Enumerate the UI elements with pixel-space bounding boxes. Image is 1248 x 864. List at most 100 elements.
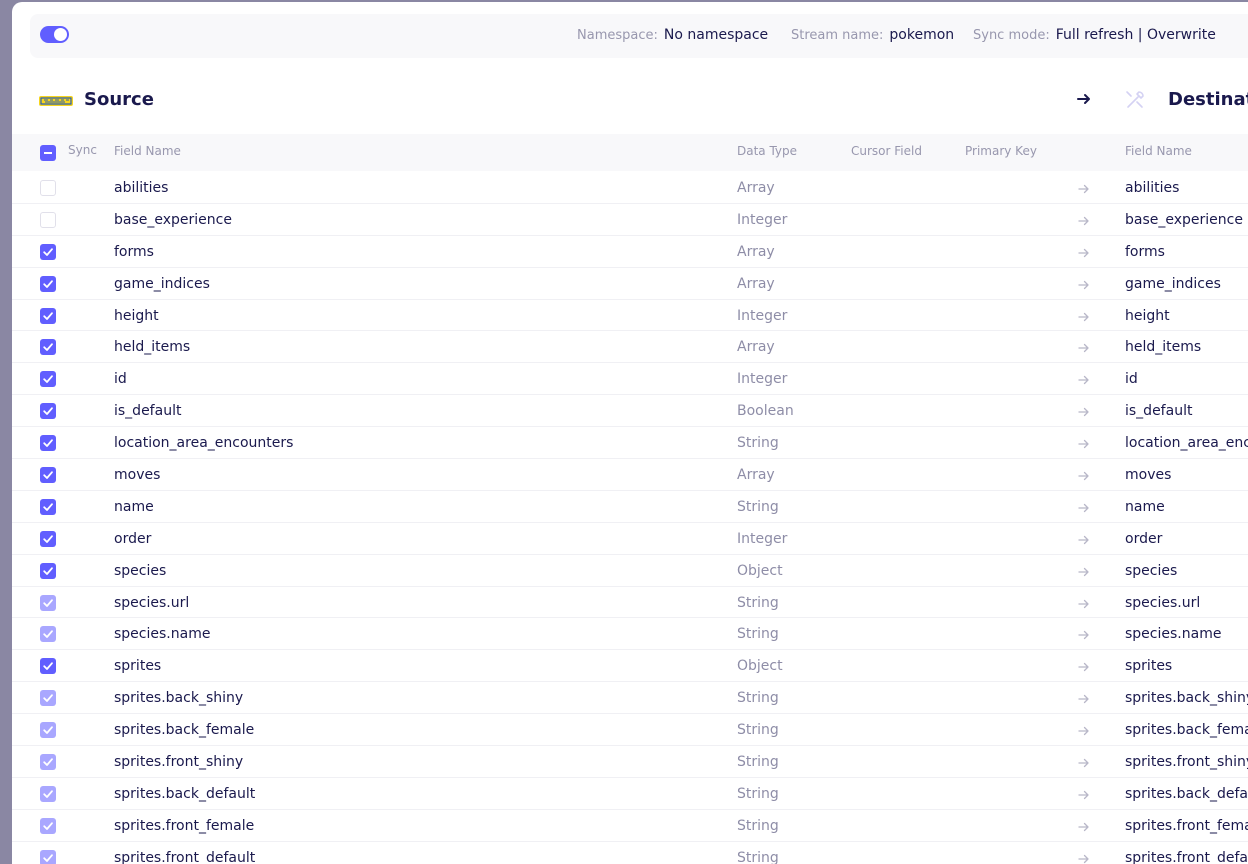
sync-checkbox[interactable] [40,817,56,834]
sync-checkbox[interactable] [40,849,56,864]
mapping-arrow [1078,244,1090,263]
namespace-info: Namespace: No namespace [577,27,768,43]
sync-mode-info: Sync mode: Full refresh | Overwrite [973,27,1216,43]
field-name: name [114,498,154,515]
field-name: sprites.back_default [114,785,256,802]
col-field-name[interactable]: Field Name [114,144,181,158]
check-icon [43,439,53,448]
field-name: species [114,562,167,579]
field-name: sprites [114,658,162,675]
sync-checkbox[interactable] [40,562,56,579]
destination-field-name: moves [1125,467,1172,484]
pokeapi-logo-icon [39,96,73,106]
sync-checkbox[interactable] [40,371,56,388]
col-cursor-field: Cursor Field [851,144,922,158]
arrow-right-icon [1078,726,1089,736]
arrow-right-icon [1078,567,1089,576]
select-all-checkbox[interactable] [40,145,56,161]
check-icon [43,535,53,543]
destination-field-name: sprites.front_default [1125,849,1248,864]
sync-checkbox[interactable] [40,339,56,356]
mapping-arrow [1078,754,1090,773]
table-header: Sync Field Name Data Type Cursor Field P… [12,134,1248,171]
mapping-arrow [1078,690,1090,709]
mapping-arrow [1078,595,1090,614]
stream-name-label: Stream name: [791,28,884,43]
sync-checkbox[interactable] [40,785,56,802]
field-data-type: String [737,849,779,864]
check-icon [43,726,53,735]
mapping-arrow [1078,212,1090,231]
sync-checkbox[interactable] [40,307,56,324]
destination-field-name: abilities [1125,180,1180,196]
mapping-arrow [1078,276,1090,295]
mapping-arrow [1078,531,1090,550]
field-name: species.name [114,626,211,643]
field-name: held_items [114,339,191,356]
arrow-right-icon [1078,758,1089,768]
destination-field-name: held_items [1125,339,1202,356]
sync-checkbox[interactable] [40,658,56,675]
field-data-type: String [737,626,779,643]
destination-field-name: sprites.front_shiny [1125,754,1248,771]
col-data-type[interactable]: Data Type [737,144,797,158]
sync-checkbox[interactable] [40,690,56,707]
field-data-type: Array [737,339,775,356]
sync-checkbox[interactable] [40,754,56,771]
sync-mode-value[interactable]: Full refresh | Overwrite [1056,27,1216,43]
mapping-arrow [1078,308,1090,327]
sync-checkbox[interactable] [40,626,56,643]
field-data-type: Integer [737,530,788,547]
source-title: Source [84,89,154,110]
namespace-label: Namespace: [577,28,658,43]
field-data-type: Integer [737,307,788,324]
check-icon [43,822,53,830]
sync-checkbox[interactable] [40,180,56,196]
stream-sync-toggle[interactable] [40,26,69,43]
field-name: game_indices [114,275,210,292]
field-data-type: String [737,498,779,515]
arrow-right-icon [1078,471,1089,481]
arrow-right-icon [1078,695,1089,704]
table-row: sprites Object sprites [12,650,1248,683]
field-name: sprites.front_shiny [114,754,244,771]
sync-checkbox[interactable] [40,530,56,547]
arrow-right-icon [1078,790,1089,800]
field-data-type: String [737,817,779,834]
arrow-right-icon [1078,184,1089,194]
field-data-type: Object [737,658,783,675]
destination-field-name: species.url [1125,594,1201,611]
sync-checkbox[interactable] [40,243,56,260]
sync-checkbox[interactable] [40,594,56,611]
destination-tools-icon [1126,91,1144,108]
sync-checkbox[interactable] [40,467,56,484]
sync-checkbox[interactable] [40,211,56,228]
check-icon [43,279,53,288]
destination-field-name: id [1125,371,1138,388]
check-icon [43,566,53,575]
mapping-arrow [1078,499,1090,518]
col-primary-key: Primary Key [965,144,1037,158]
mapping-arrow [1078,435,1090,454]
table-row: species.url String species.url [12,587,1248,619]
mapping-arrow [1078,467,1090,486]
destination-title: Destination [1168,89,1248,110]
table-row: game_indices Array game_indices [12,268,1248,300]
sync-checkbox[interactable] [40,403,56,420]
sync-checkbox[interactable] [40,275,56,292]
check-icon [43,662,53,671]
field-name: forms [114,243,154,260]
table-row: moves Array moves [12,459,1248,491]
table-row: sprites.front_shiny String sprites.front_s… [12,746,1248,778]
field-name: moves [114,467,161,484]
mapping-arrow [1078,722,1090,741]
field-name: abilities [114,180,169,196]
col-dest-field-name: Field Name [1125,144,1192,158]
sync-checkbox[interactable] [40,722,56,739]
destination-field-name: sprites.front_female [1125,817,1248,834]
sync-checkbox[interactable] [40,498,56,515]
destination-field-name: name [1125,498,1165,515]
mapping-arrow [1078,403,1090,422]
field-data-type: Array [737,275,775,292]
sync-checkbox[interactable] [40,435,56,452]
